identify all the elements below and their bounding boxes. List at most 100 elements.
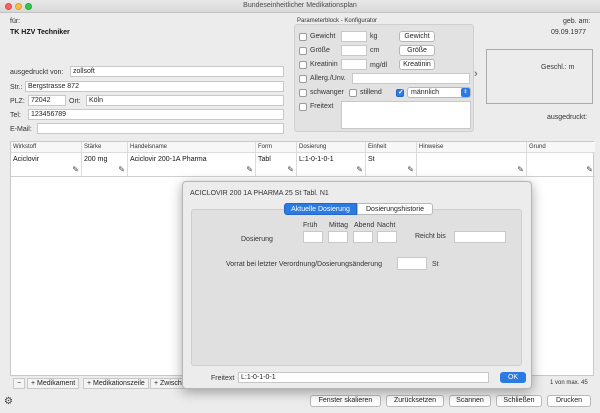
schwanger-checkbox[interactable] <box>299 89 307 97</box>
stillend-checkbox[interactable] <box>349 89 357 97</box>
kreatinin-label: Kreatinin <box>310 61 338 68</box>
plz-field[interactable]: 72042 <box>28 95 66 106</box>
dose-evening-input[interactable] <box>353 231 373 243</box>
pencil-icon[interactable]: ✎ <box>586 165 593 174</box>
gewicht-input[interactable] <box>341 31 367 42</box>
street-label: Str.: <box>10 84 23 91</box>
remove-row-button[interactable]: − <box>13 378 26 389</box>
birthdate-value: 09.09.1977 <box>551 29 587 36</box>
cell-wirkstoff[interactable]: Aciclovir ✎ <box>11 153 82 177</box>
reicht-bis-input[interactable] <box>454 231 506 243</box>
scan-button[interactable]: Scannen <box>449 395 491 407</box>
gender-select-value: männlich <box>411 89 440 96</box>
kreatinin-checkbox[interactable] <box>299 61 307 69</box>
allergy-checkbox[interactable] <box>299 75 307 83</box>
birthdate-label: geb. am: <box>563 18 591 25</box>
reicht-bis-label: Reicht bis <box>415 233 446 240</box>
freitext-checkbox[interactable] <box>299 103 307 111</box>
pencil-icon[interactable]: ✎ <box>517 165 524 174</box>
col-header-grund[interactable]: Grund <box>527 142 595 153</box>
insurer-name: TK HZV Techniker <box>10 29 70 36</box>
ort-field[interactable]: Köln <box>86 95 284 106</box>
kreatinin-button[interactable]: Kreatinin <box>399 59 435 70</box>
cell-grund[interactable]: ✎ <box>527 153 595 177</box>
gender-select[interactable]: männlich ⇕ <box>407 87 471 98</box>
col-header-dosierung[interactable]: Dosierung <box>297 142 366 153</box>
gear-icon[interactable]: ⚙ <box>4 396 13 407</box>
print-button[interactable]: Drucken <box>547 395 591 407</box>
fuer-label: für: <box>10 18 21 25</box>
groesse-checkbox[interactable] <box>299 47 307 55</box>
col-abend-label: Abend <box>354 222 375 229</box>
scale-window-button[interactable]: Fenster skalieren <box>310 395 381 407</box>
col-header-einheit[interactable]: Einheit <box>366 142 417 153</box>
gender-checkbox[interactable] <box>396 88 404 97</box>
cell-handelsname[interactable]: Aciclovir 200-1A Pharma ✎ <box>128 153 256 177</box>
groesse-button[interactable]: Größe <box>399 45 435 56</box>
add-medikationszeile-button[interactable]: + Medikationszeile <box>83 378 149 389</box>
allergy-input[interactable] <box>352 73 470 84</box>
gender-info-box: Geschl.: m <box>486 49 593 104</box>
col-header-hinweise[interactable]: Hinweise <box>417 142 527 153</box>
add-medikament-button[interactable]: + Medikament <box>27 378 80 389</box>
chevron-updown-icon: ⇕ <box>461 88 470 97</box>
freitext-label: Freitext <box>310 103 334 110</box>
col-header-handelsname[interactable]: Handelsname <box>128 142 256 153</box>
chevron-right-icon[interactable]: › <box>474 68 478 80</box>
ort-label: Ort: <box>69 98 81 105</box>
add-zwischenueberschrift-button[interactable]: + Zwisch <box>150 378 186 389</box>
window-title: Bundeseinheitlicher Medikationsplan <box>243 2 357 9</box>
cell-einheit[interactable]: St ✎ <box>366 153 417 177</box>
cell-einheit-text: St <box>368 156 375 163</box>
gender-info-label: Geschl.: m <box>541 64 575 71</box>
gewicht-label: Gewicht <box>310 33 336 40</box>
cell-form[interactable]: Tabl ✎ <box>256 153 297 177</box>
gewicht-button[interactable]: Gewicht <box>399 31 435 42</box>
gewicht-unit: kg <box>370 33 378 40</box>
email-field[interactable] <box>37 123 284 134</box>
pencil-icon[interactable]: ✎ <box>287 165 294 174</box>
col-header-staerke[interactable]: Stärke <box>82 142 128 153</box>
printed-by-field[interactable]: zollsoft <box>70 66 284 77</box>
schwanger-label: schwanger <box>310 89 344 96</box>
plz-label: PLZ: <box>10 98 25 105</box>
param-block: Gewicht kg Gewicht Größe cm Größe Kreati… <box>294 24 474 132</box>
dosage-label: Dosierung <box>241 236 273 243</box>
tab-current-dosage[interactable]: Aktuelle Dosierung <box>284 203 357 215</box>
cell-hinweise[interactable]: ✎ <box>417 153 527 177</box>
close-button[interactable]: Schließen <box>496 395 542 407</box>
ok-button[interactable]: OK <box>500 372 526 383</box>
dose-morning-input[interactable] <box>303 231 323 243</box>
pencil-icon[interactable]: ✎ <box>246 165 253 174</box>
col-mittag-label: Mittag <box>329 222 349 229</box>
stock-unit: St <box>432 261 439 268</box>
cell-dosierung[interactable]: L:1-0-1-0-1 ✎ <box>297 153 366 177</box>
tel-field[interactable]: 123456789 <box>28 109 284 120</box>
stillend-label: stillend <box>360 89 382 96</box>
reset-button[interactable]: Zurücksetzen <box>386 395 444 407</box>
groesse-input[interactable] <box>341 45 367 56</box>
popover-freitext-input[interactable]: L:1-0-1-0-1 <box>238 372 489 383</box>
street-field[interactable]: Bergstrasse 872 <box>25 81 284 92</box>
title-bar: Bundeseinheitlicher Medikationsplan <box>0 0 600 13</box>
kreatinin-input[interactable] <box>341 59 367 70</box>
dose-noon-input[interactable] <box>328 231 348 243</box>
dosage-popover: ACICLOVIR 200 1A PHARMA 25 St Tabl. N1 A… <box>182 181 532 389</box>
tel-label: Tel: <box>10 112 21 119</box>
pencil-icon[interactable]: ✎ <box>118 165 125 174</box>
popover-title: ACICLOVIR 200 1A PHARMA 25 St Tabl. N1 <box>190 190 329 197</box>
dose-night-input[interactable] <box>377 231 397 243</box>
tab-dosage-history[interactable]: Dosierungshistorie <box>357 203 433 215</box>
pencil-icon[interactable]: ✎ <box>356 165 363 174</box>
col-header-wirkstoff[interactable]: Wirkstoff <box>11 142 82 153</box>
cell-staerke-text: 200 mg <box>84 156 108 163</box>
cell-staerke[interactable]: 200 mg ✎ <box>82 153 128 177</box>
gewicht-checkbox[interactable] <box>299 33 307 41</box>
col-header-form[interactable]: Form <box>256 142 297 153</box>
pencil-icon[interactable]: ✎ <box>72 165 79 174</box>
cell-wirkstoff-text: Aciclovir <box>13 156 40 163</box>
pencil-icon[interactable]: ✎ <box>407 165 414 174</box>
cell-dosierung-text: L:1-0-1-0-1 <box>299 156 334 163</box>
freitext-input[interactable] <box>341 101 471 129</box>
stock-input[interactable] <box>397 257 427 270</box>
